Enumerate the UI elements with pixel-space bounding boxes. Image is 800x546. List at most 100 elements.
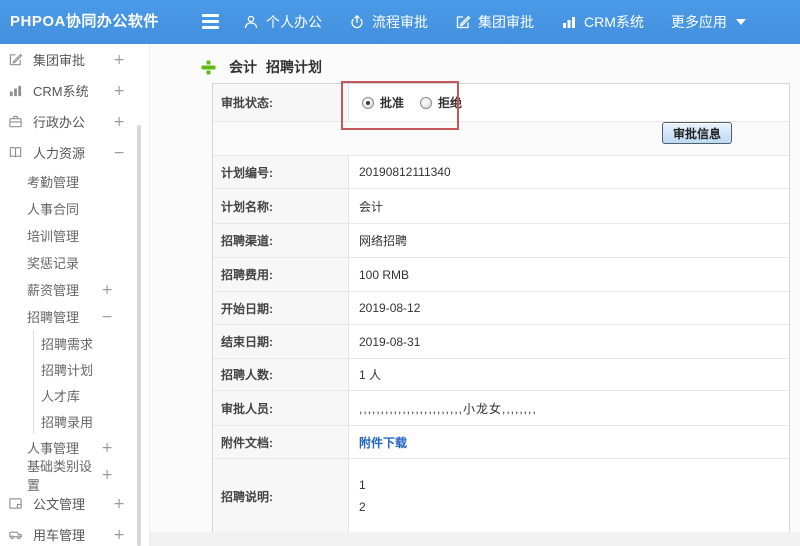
approval-radio-group: 批准 拒绝 <box>349 84 789 121</box>
add-plus-icon <box>200 59 217 76</box>
sidebar-item-training[interactable]: 培训管理 <box>0 222 149 249</box>
sidebar-item-crm[interactable]: CRM系统 + <box>0 75 149 106</box>
user-icon <box>243 14 259 30</box>
sidebar-label: 基础类别设置 <box>27 458 93 493</box>
form-row-end-date: 结束日期: 2019-08-31 <box>213 325 789 359</box>
sidebar-item-recruit-hire[interactable]: 招聘录用 <box>34 408 149 434</box>
nav-item-personal-office[interactable]: 个人办公 <box>243 12 322 32</box>
sidebar-label: 公文管理 <box>33 497 86 512</box>
sidebar-item-recruit-mgmt[interactable]: 招聘管理 − <box>0 303 149 330</box>
sidebar-item-recruit-demand[interactable]: 招聘需求 <box>34 330 149 356</box>
form-row-plan-name: 计划名称: 会计 <box>213 189 789 224</box>
main-content: 会计 招聘计划 审批状态: 批准 拒绝 审批信息 计划编号: 201908121… <box>150 44 800 546</box>
expand-icon[interactable]: + <box>101 440 113 456</box>
book-icon <box>8 145 25 160</box>
sidebar-label: 招聘录用 <box>41 414 94 430</box>
form-row-attachment: 附件文档: 附件下载 <box>213 426 789 459</box>
sidebar-label: 奖惩记录 <box>27 256 80 271</box>
expand-icon[interactable]: + <box>113 52 125 68</box>
sidebar-item-rewards[interactable]: 奖惩记录 <box>0 249 149 276</box>
field-value: 会计 <box>359 199 384 214</box>
sidebar-label: 用车管理 <box>33 528 86 543</box>
app-window: PHPOA协同办公软件 个人办公 流程审批 集团审批 CRM系统 更多应用 集团… <box>0 0 800 546</box>
nav-item-group-approval[interactable]: 集团审批 <box>455 12 534 32</box>
sidebar-item-base-category[interactable]: 基础类别设置 + <box>0 459 149 493</box>
top-navbar: PHPOA协同办公软件 个人办公 流程审批 集团审批 CRM系统 更多应用 <box>0 0 800 44</box>
attachment-download-link[interactable]: 附件下载 <box>359 434 407 451</box>
field-label: 开始日期: <box>213 292 349 324</box>
nav-label: 集团审批 <box>478 14 534 30</box>
sidebar-item-hr-contract[interactable]: 人事合同 <box>0 195 149 222</box>
sidebar-label: 行政办公 <box>33 115 86 130</box>
expand-icon[interactable]: + <box>101 282 113 298</box>
radio-reject[interactable] <box>420 96 433 109</box>
expand-icon[interactable]: + <box>113 496 125 512</box>
field-label: 计划名称: <box>213 189 349 223</box>
radio-approve[interactable] <box>362 96 374 109</box>
field-value: 20190812111340 <box>359 165 451 179</box>
sidebar-item-admin-office[interactable]: 行政办公 + <box>0 106 149 137</box>
expand-icon[interactable]: + <box>101 467 113 483</box>
sidebar-label: 人事管理 <box>27 441 80 456</box>
expand-icon[interactable]: + <box>113 527 125 543</box>
field-value: ,,,,,,,,,,,,,,,,,,,,,,,,小龙女,,,,,,,, <box>359 401 537 416</box>
sidebar-label: 考勤管理 <box>27 175 80 190</box>
field-value: 2019-08-12 <box>359 301 421 315</box>
radio-reject-label: 拒绝 <box>438 96 463 110</box>
sidebar-label: 薪资管理 <box>27 283 80 298</box>
recruit-submenu: 招聘需求 招聘计划 人才库 招聘录用 <box>33 330 149 434</box>
field-label: 审批人员: <box>213 391 349 425</box>
menu-icon[interactable] <box>202 14 219 29</box>
collapse-icon[interactable]: − <box>113 145 125 161</box>
field-value: 网络招聘 <box>359 234 408 248</box>
form-row-cost: 招聘费用: 100 RMB <box>213 258 789 292</box>
sidebar-item-talent-pool[interactable]: 人才库 <box>34 382 149 408</box>
sidebar: 集团审批 + CRM系统 + 行政办公 + 人力资源 − 考勤管理 人事合同 培… <box>0 44 150 546</box>
nav-item-crm[interactable]: CRM系统 <box>561 12 644 32</box>
sidebar-item-salary[interactable]: 薪资管理 + <box>0 276 149 303</box>
nav-label: 流程审批 <box>372 14 428 30</box>
page-title: 会计 招聘计划 <box>200 57 322 77</box>
field-label: 计划编号: <box>213 156 349 188</box>
sidebar-label: 培训管理 <box>27 229 80 244</box>
nav-item-more-apps[interactable]: 更多应用 <box>671 12 746 32</box>
expand-icon[interactable]: + <box>113 83 125 99</box>
collapse-icon[interactable]: − <box>101 309 113 325</box>
plan-name: 会计 <box>229 59 257 75</box>
bar-chart-icon <box>8 83 25 98</box>
form-row-channel: 招聘渠道: 网络招聘 <box>213 224 789 258</box>
sidebar-item-group-approval[interactable]: 集团审批 + <box>0 44 149 75</box>
workflow-icon <box>349 14 365 30</box>
field-label: 招聘人数: <box>213 359 349 390</box>
sidebar-scrollbar[interactable] <box>137 125 141 546</box>
sidebar-item-attendance[interactable]: 考勤管理 <box>0 168 149 195</box>
form-row-approvers: 审批人员: ,,,,,,,,,,,,,,,,,,,,,,,,小龙女,,,,,,,… <box>213 391 789 426</box>
form-row-approval-status: 审批状态: 批准 拒绝 <box>213 84 789 122</box>
form-row-headcount: 招聘人数: 1 人 <box>213 359 789 391</box>
sidebar-label: 人才库 <box>41 388 81 404</box>
caret-down-icon <box>735 19 746 25</box>
sidebar-item-recruit-plan[interactable]: 招聘计划 <box>34 356 149 382</box>
briefcase-icon <box>8 114 25 129</box>
approval-info-button[interactable]: 审批信息 <box>661 122 732 144</box>
plan-type: 招聘计划 <box>266 59 322 75</box>
form-row-start-date: 开始日期: 2019-08-12 <box>213 292 789 325</box>
sidebar-item-vehicles[interactable]: 用车管理 + <box>0 519 149 546</box>
field-label: 审批状态: <box>213 84 349 121</box>
radio-approve-label: 批准 <box>380 96 405 110</box>
form-row-description: 招聘说明: 1 2 <box>213 459 789 533</box>
bar-chart-icon <box>561 14 577 30</box>
expand-icon[interactable]: + <box>113 114 125 130</box>
document-icon <box>8 496 25 511</box>
edit-icon <box>455 14 471 30</box>
recruit-plan-form: 审批状态: 批准 拒绝 审批信息 计划编号: 20190812111340 计划… <box>212 81 790 534</box>
field-label: 附件文档: <box>213 426 349 458</box>
field-value: 100 RMB <box>359 267 410 282</box>
field-value: 1 2 <box>359 478 366 514</box>
nav-item-workflow-approval[interactable]: 流程审批 <box>349 12 428 32</box>
sidebar-item-hr[interactable]: 人力资源 − <box>0 137 149 168</box>
content-footer-strip <box>150 532 800 546</box>
sidebar-label: 人事合同 <box>27 202 80 217</box>
edit-icon <box>8 52 25 67</box>
car-icon <box>8 527 25 542</box>
